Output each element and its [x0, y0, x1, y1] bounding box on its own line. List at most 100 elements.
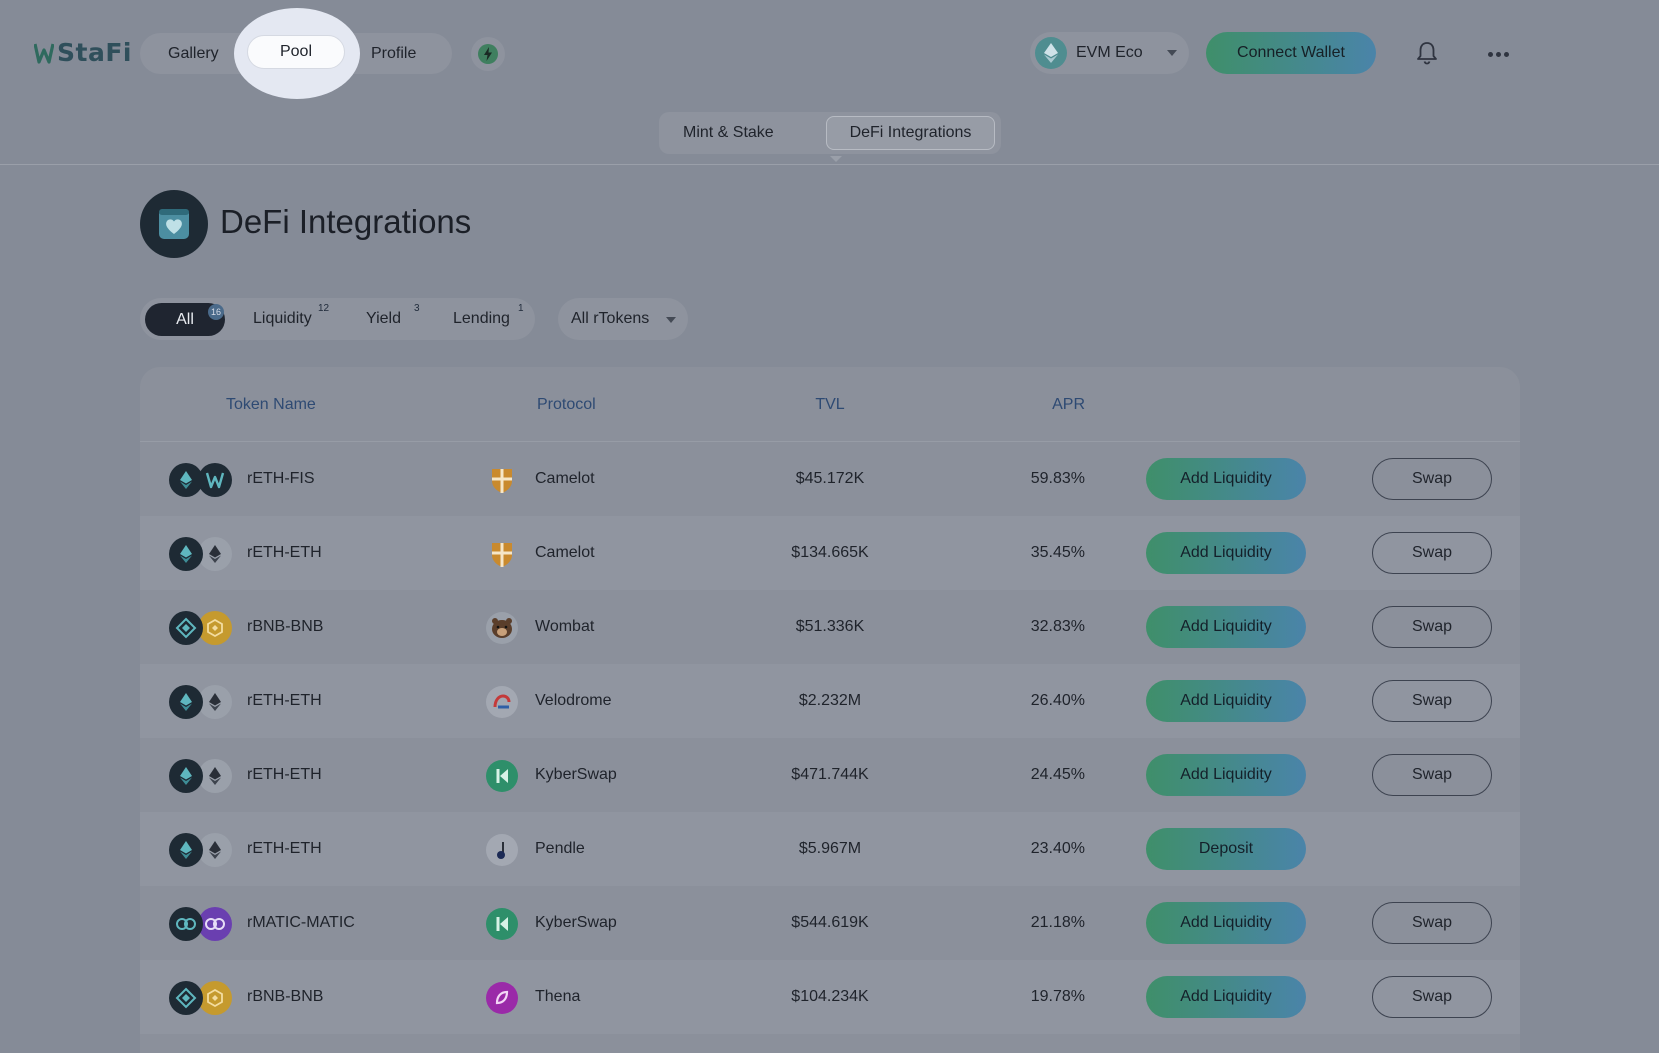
swap-button[interactable]: Swap — [1372, 754, 1492, 796]
protocol-name: Velodrome — [535, 692, 612, 709]
token-name: rBNB-BNB — [247, 988, 324, 1005]
bolt-button[interactable] — [471, 37, 505, 71]
token-pair-icons — [169, 907, 233, 941]
table-row[interactable]: rETH-ETH Velodrome $2.232M 26.40% Add Li… — [140, 664, 1520, 738]
reth-icon — [169, 759, 203, 793]
filter-all-count: 16 — [208, 304, 224, 320]
token-name: rETH-ETH — [247, 544, 322, 561]
tvl-value: $5.967M — [798, 840, 862, 857]
ethereum-icon — [1035, 37, 1067, 69]
token-pair-icons — [169, 537, 233, 571]
chevron-down-icon — [1167, 50, 1177, 56]
table-row[interactable]: rETH-FIS Camelot $45.172K 59.83% Add Liq… — [140, 442, 1520, 516]
token-pair-icons — [169, 463, 233, 497]
token-pair-icons — [169, 833, 233, 867]
apr-value: 59.83% — [1030, 470, 1085, 487]
table-row[interactable]: rBNB-BNB Thena $104.234K 19.78% Add Liqu… — [140, 960, 1520, 1034]
tvl-value: $45.172K — [795, 470, 865, 487]
deposit-button[interactable]: Deposit — [1146, 828, 1306, 870]
bell-icon[interactable] — [1413, 39, 1441, 67]
kyberswap-icon — [486, 908, 518, 940]
apr-value: 32.83% — [1030, 618, 1085, 635]
tab-mint-stake[interactable]: Mint & Stake — [683, 112, 774, 154]
eco-select[interactable]: EVM Eco — [1030, 32, 1189, 74]
matic-icon — [198, 907, 232, 941]
token-name: rETH-ETH — [247, 840, 322, 857]
token-name: rMATIC-MATIC — [247, 914, 355, 931]
table-row[interactable]: rETH-ETH KyberSwap $471.744K 24.45% Add … — [140, 738, 1520, 812]
add-liquidity-button[interactable]: Add Liquidity — [1146, 458, 1306, 500]
add-liquidity-button[interactable]: Add Liquidity — [1146, 680, 1306, 722]
filter-yield-count: 3 — [414, 303, 420, 314]
add-liquidity-button[interactable]: Add Liquidity — [1146, 606, 1306, 648]
wombat-icon — [486, 612, 518, 644]
reth-icon — [169, 537, 203, 571]
reth-icon — [169, 833, 203, 867]
swap-button[interactable]: Swap — [1372, 976, 1492, 1018]
bolt-icon — [478, 44, 498, 64]
rbnb-icon — [169, 611, 203, 645]
add-liquidity-button[interactable]: Add Liquidity — [1146, 902, 1306, 944]
swap-button[interactable]: Swap — [1372, 606, 1492, 648]
add-liquidity-button[interactable]: Add Liquidity — [1146, 976, 1306, 1018]
rtoken-label: All rTokens — [571, 310, 650, 327]
stafi-logo[interactable]: StaFi — [34, 38, 132, 67]
eth-icon — [198, 685, 232, 719]
add-liquidity-button[interactable]: Add Liquidity — [1146, 532, 1306, 574]
filter-liquidity[interactable]: Liquidity — [253, 298, 312, 340]
swap-button[interactable]: Swap — [1372, 458, 1492, 500]
reth-icon — [169, 685, 203, 719]
tvl-value: $2.232M — [798, 692, 862, 709]
filter-lending[interactable]: Lending — [453, 298, 510, 340]
header-token-name: Token Name — [226, 396, 316, 413]
chevron-down-icon — [666, 317, 676, 323]
token-pair-icons — [169, 981, 233, 1015]
bnb-icon — [198, 611, 232, 645]
protocol-name: KyberSwap — [535, 766, 617, 783]
table-row[interactable]: rETH-ETH Camelot $134.665K 35.45% Add Li… — [140, 516, 1520, 590]
apr-value: 23.40% — [1030, 840, 1085, 857]
filter-liquidity-count: 12 — [318, 303, 330, 314]
page-title: DeFi Integrations — [220, 203, 472, 240]
filter-yield[interactable]: Yield — [366, 298, 401, 340]
apr-value: 35.45% — [1030, 544, 1085, 561]
table-header: Token Name Protocol TVL APR — [140, 367, 1520, 442]
tvl-value: $471.744K — [791, 766, 869, 783]
table-row[interactable]: rETH-ETH Pendle $5.967M 23.40% Deposit — [140, 812, 1520, 886]
connect-wallet-button[interactable]: Connect Wallet — [1206, 32, 1376, 74]
table-row[interactable]: rBNB-BNB Wombat $51.336K 32.83% Add Liqu… — [140, 590, 1520, 664]
velodrome-icon — [486, 686, 518, 718]
nav-gallery[interactable]: Gallery — [168, 33, 219, 74]
token-name: rBNB-BNB — [247, 618, 324, 635]
more-dots-icon[interactable] — [1484, 40, 1512, 68]
nav-profile[interactable]: Profile — [371, 33, 416, 74]
swap-button[interactable]: Swap — [1372, 532, 1492, 574]
sub-tabs: Mint & Stake DeFi Integrations — [659, 112, 1001, 154]
eth-icon — [198, 759, 232, 793]
integrations-table: Token Name Protocol TVL APR rETH-FIS Cam… — [140, 367, 1520, 1053]
category-filters: All 16 Liquidity 12 Yield 3 Lending 1 — [140, 298, 535, 340]
filter-all-label: All — [176, 311, 194, 328]
stafi-logo-icon — [34, 43, 54, 64]
swap-button[interactable]: Swap — [1372, 902, 1492, 944]
title-badge — [140, 190, 208, 258]
reth-icon — [169, 463, 203, 497]
pendle-icon — [486, 834, 518, 866]
add-liquidity-button[interactable]: Add Liquidity — [1146, 754, 1306, 796]
nav-pool[interactable]: Pool — [247, 35, 345, 69]
header-tvl: TVL — [815, 396, 845, 413]
protocol-name: Camelot — [535, 544, 595, 561]
token-pair-icons — [169, 611, 233, 645]
kyberswap-icon — [486, 760, 518, 792]
tab-indicator — [830, 156, 842, 162]
tab-defi-integrations[interactable]: DeFi Integrations — [826, 116, 995, 150]
table-row[interactable]: rMATIC-MATIC KyberSwap $544.619K 21.18% … — [140, 886, 1520, 960]
swap-button[interactable]: Swap — [1372, 680, 1492, 722]
camelot-icon — [486, 464, 518, 496]
heart-card-icon — [159, 209, 189, 239]
rtoken-select[interactable]: All rTokens — [558, 298, 688, 340]
rmatic-icon — [169, 907, 203, 941]
filter-lending-count: 1 — [518, 303, 524, 314]
apr-value: 26.40% — [1030, 692, 1085, 709]
apr-value: 19.78% — [1030, 988, 1085, 1005]
